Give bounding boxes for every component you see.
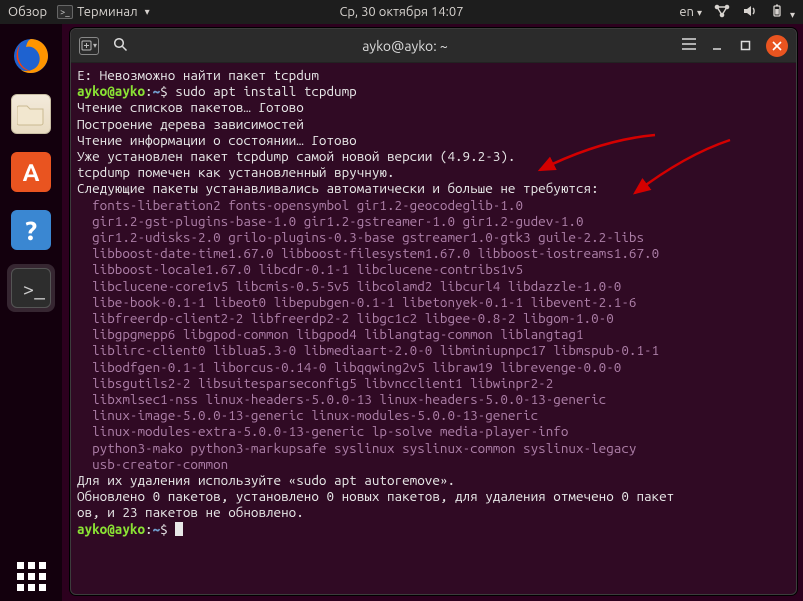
- new-tab-button[interactable]: ▾: [79, 37, 99, 55]
- package-list: fonts-liberation2 fonts-opensymbol gir1.…: [77, 197, 659, 472]
- terminal-icon: >_: [57, 5, 73, 19]
- files-icon: [11, 94, 51, 134]
- dock-help[interactable]: ?: [7, 206, 55, 254]
- window-title: ayko@ayko: ~: [128, 38, 682, 54]
- dock-software[interactable]: A: [7, 148, 55, 196]
- prompt-userhost: ayko@ayko: [77, 83, 145, 99]
- terminal-icon: >_: [11, 268, 51, 308]
- battery-icon[interactable]: ▾: [770, 4, 795, 21]
- titlebar: ▾ ayko@ayko: ~: [71, 29, 796, 63]
- show-applications-button[interactable]: [17, 562, 46, 591]
- clock[interactable]: Ср, 30 октября 14:07: [339, 5, 463, 19]
- chevron-down-icon: ▾: [145, 6, 150, 18]
- software-center-icon: A: [11, 152, 51, 192]
- app-menu-label: Терминал: [77, 5, 137, 19]
- typed-command: sudo apt install tcpdump: [175, 83, 356, 99]
- dock-files[interactable]: [7, 90, 55, 138]
- help-icon: ?: [11, 210, 51, 250]
- terminal-output[interactable]: E: Невозможно найти пакет tcpdum ayko@ay…: [71, 63, 796, 543]
- network-icon[interactable]: [714, 4, 730, 21]
- app-menu[interactable]: >_ Терминал ▾: [57, 5, 150, 19]
- keyboard-layout[interactable]: en▾: [679, 5, 702, 19]
- search-icon[interactable]: [113, 37, 128, 55]
- dock-firefox[interactable]: [7, 32, 55, 80]
- close-button[interactable]: [766, 35, 788, 57]
- cursor: [175, 522, 183, 536]
- chevron-down-icon: ▾: [93, 41, 97, 50]
- maximize-button[interactable]: [738, 39, 752, 53]
- dock-terminal[interactable]: >_: [7, 264, 55, 312]
- minimize-button[interactable]: [710, 39, 724, 53]
- menu-icon[interactable]: [682, 38, 696, 53]
- volume-icon[interactable]: [742, 4, 758, 21]
- gnome-top-panel: Обзор >_ Терминал ▾ Ср, 30 октября 14:07…: [0, 0, 803, 24]
- error-line: E: Невозможно найти пакет tcpdum: [77, 67, 319, 83]
- firefox-icon: [11, 36, 51, 76]
- dock: A ? >_: [0, 24, 62, 601]
- prompt-userhost: ayko@ayko: [77, 521, 145, 537]
- activities-button[interactable]: Обзор: [8, 5, 47, 19]
- terminal-window: ▾ ayko@ayko: ~ E: Невозможно найти пакет…: [70, 28, 797, 595]
